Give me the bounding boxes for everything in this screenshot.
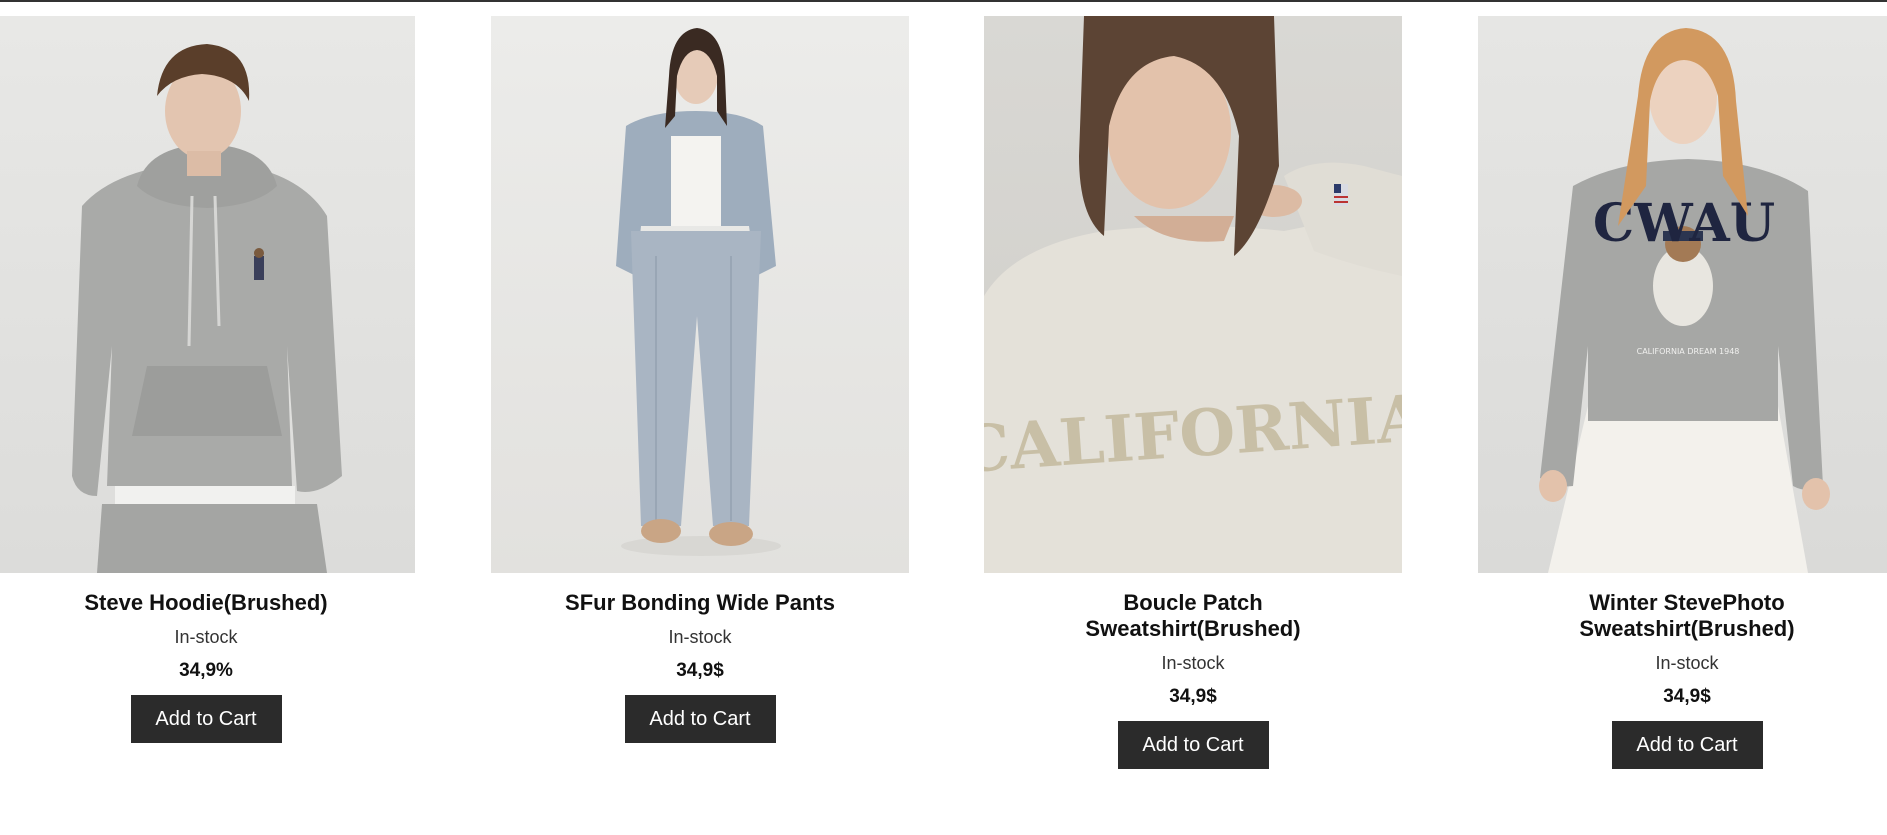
product-card: CWAU CALIFORNIA DREAM 1948 Winter SteveP…	[1478, 16, 1887, 769]
cwau-print: CWAU	[1593, 193, 1775, 254]
add-to-cart-button[interactable]: Add to Cart	[1611, 721, 1763, 769]
product-photo-sweatshirt: CALIFORNIA	[984, 16, 1402, 573]
product-image[interactable]	[491, 16, 909, 573]
product-card: CALIFORNIA Boucle Patch Sweatshirt(Brush…	[984, 16, 1402, 769]
product-photo-pants	[616, 28, 781, 556]
product-title[interactable]: Boucle Patch Sweatshirt(Brushed)	[1043, 590, 1343, 642]
product-image[interactable]: CWAU CALIFORNIA DREAM 1948	[1478, 16, 1887, 573]
stock-status: In-stock	[174, 627, 238, 647]
add-to-cart-button[interactable]: Add to Cart	[624, 695, 776, 743]
product-title[interactable]: SFur Bonding Wide Pants	[550, 590, 850, 616]
add-to-cart-button[interactable]: Add to Cart	[1117, 721, 1269, 769]
product-card: SFur Bonding Wide Pants In-stock 34,9$ A…	[491, 16, 909, 743]
product-price: 34,9$	[1663, 686, 1711, 707]
product-price: 34,9$	[1169, 686, 1217, 707]
stock-status: In-stock	[1655, 653, 1719, 673]
top-border	[0, 0, 1887, 2]
stock-status: In-stock	[1161, 653, 1225, 673]
product-photo-cwau-sweatshirt: CWAU CALIFORNIA DREAM 1948	[1539, 28, 1830, 573]
product-title[interactable]: Winter StevePhoto Sweatshirt(Brushed)	[1537, 590, 1837, 642]
product-title[interactable]: Steve Hoodie(Brushed)	[56, 590, 356, 616]
product-photo-hoodie	[72, 44, 342, 573]
add-to-cart-button[interactable]: Add to Cart	[130, 695, 282, 743]
product-price: 34,9$	[676, 660, 724, 681]
stock-status: In-stock	[668, 627, 732, 647]
product-image[interactable]	[0, 16, 415, 573]
product-card: Steve Hoodie(Brushed) In-stock 34,9% Add…	[0, 16, 415, 743]
california-dream-print: CALIFORNIA DREAM 1948	[1637, 347, 1740, 356]
product-image[interactable]: CALIFORNIA	[984, 16, 1402, 573]
product-price: 34,9%	[179, 660, 233, 681]
